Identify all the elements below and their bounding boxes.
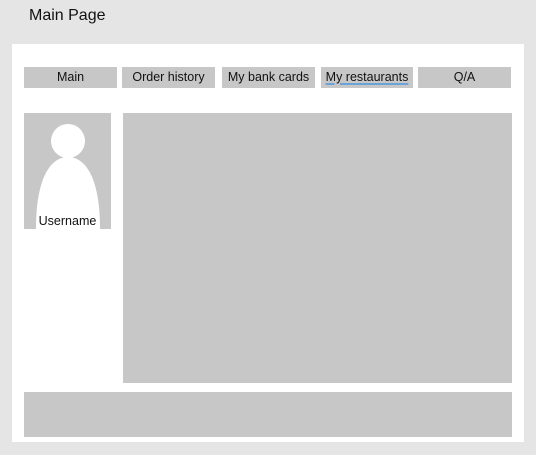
tab-my-bank-cards-label: My bank cards (227, 70, 310, 84)
tab-main[interactable]: Main (24, 67, 117, 88)
profile-card[interactable]: Username (24, 113, 111, 229)
content-panel (123, 113, 512, 383)
user-silhouette-icon (36, 124, 100, 229)
tab-my-bank-cards[interactable]: My bank cards (222, 67, 315, 88)
page-title: Main Page (29, 7, 106, 24)
footer-bar (24, 392, 512, 437)
tab-order-history-label: Order history (132, 70, 205, 84)
main-canvas: Main Order history My bank cards My rest… (12, 44, 524, 442)
tab-my-restaurants-label: My restaurants (325, 70, 409, 84)
username-label: Username (38, 214, 97, 228)
tab-qa-label: Q/A (453, 70, 476, 84)
tab-my-restaurants[interactable]: My restaurants (321, 67, 413, 88)
tab-qa[interactable]: Q/A (418, 67, 511, 88)
tab-order-history[interactable]: Order history (122, 67, 215, 88)
tab-main-label: Main (56, 70, 85, 84)
